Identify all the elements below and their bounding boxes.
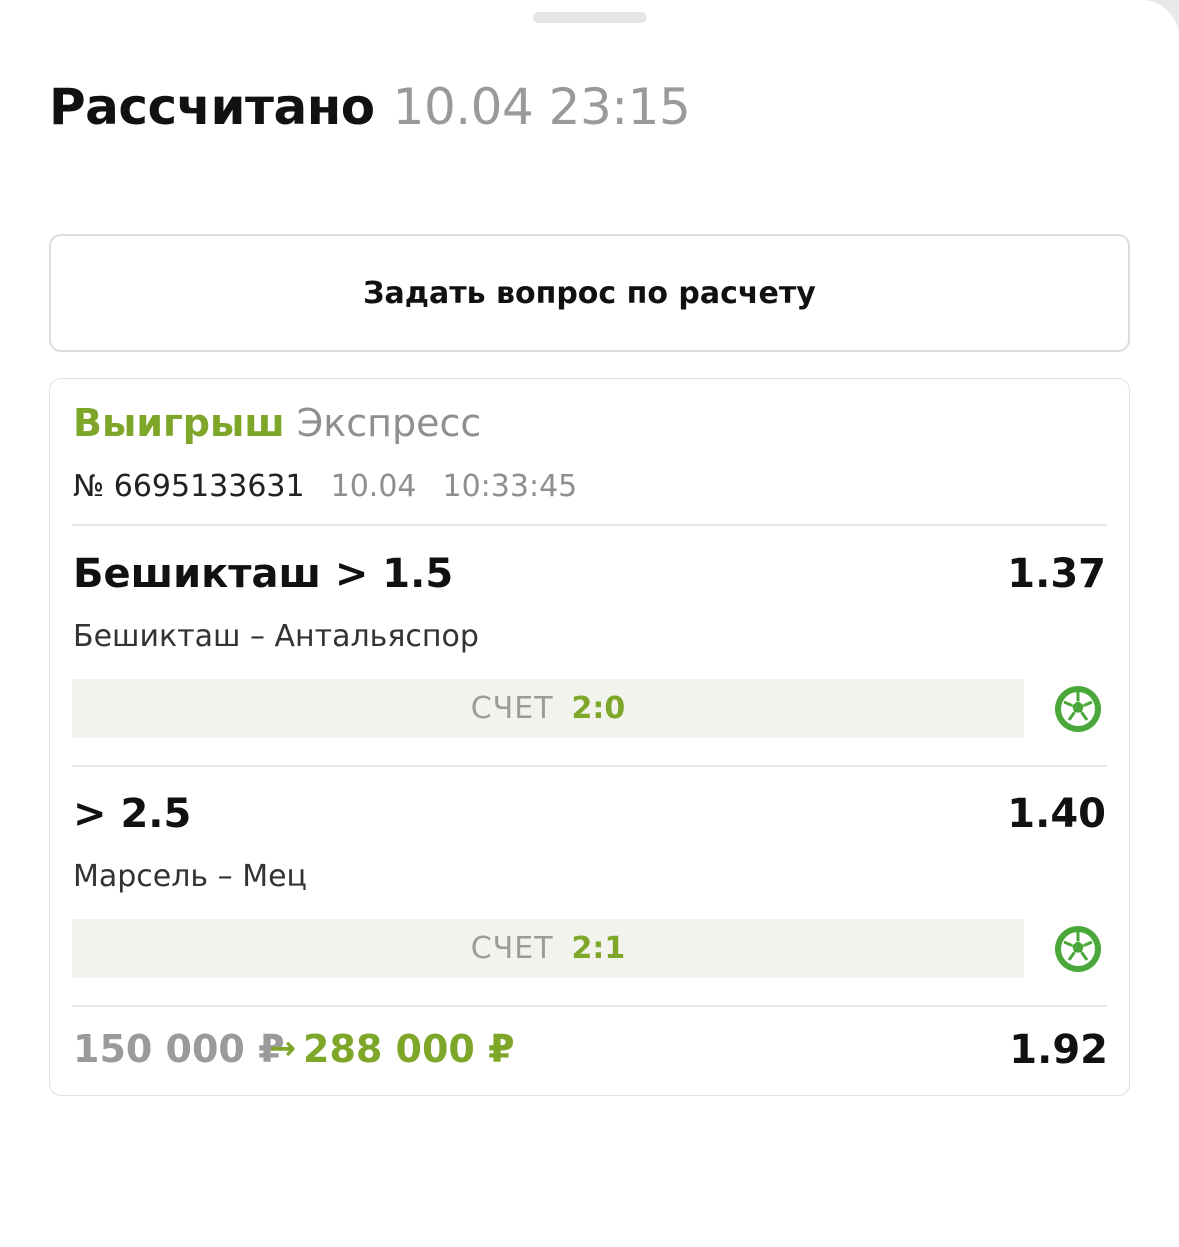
- bet-event-2[interactable]: > 2.5 1.40 Марсель – Мец СЧЕТ 2:1: [50, 791, 1129, 1011]
- event-score-bar: СЧЕТ 2:1: [72, 919, 1024, 978]
- bet-result-line: Выигрыш Экспресс: [73, 401, 481, 445]
- bet-date: 10.04: [330, 469, 417, 504]
- sheet-grabber-handle[interactable]: [533, 12, 647, 23]
- settlement-status: Рассчитано: [49, 78, 375, 136]
- bet-time: 10:33:45: [442, 469, 578, 504]
- total-odd: 1.92: [1009, 1027, 1108, 1073]
- soccer-ball-icon: [1055, 926, 1101, 972]
- divider: [72, 765, 1107, 767]
- score-value: 2:1: [571, 931, 626, 966]
- event-pick: > 2.5: [73, 791, 192, 837]
- page-title: Рассчитано 10.04 23:15: [49, 78, 691, 148]
- soccer-ball-icon: [1055, 686, 1101, 732]
- arrow-right-icon: →: [269, 1029, 296, 1067]
- bet-number: № 6695133631: [73, 469, 305, 504]
- ask-question-button[interactable]: Задать вопрос по расчету: [49, 234, 1130, 352]
- divider: [72, 524, 1107, 526]
- settlement-datetime: 10.04 23:15: [392, 78, 691, 136]
- event-odd: 1.37: [1007, 551, 1106, 597]
- event-score-bar: СЧЕТ 2:0: [72, 679, 1024, 738]
- score-label: СЧЕТ: [470, 931, 554, 966]
- bet-meta: № 6695133631 10.04 10:33:45: [73, 469, 577, 504]
- bet-total: 150 000 ₽ → 288 000 ₽ 1.92: [73, 1027, 1108, 1077]
- event-match: Бешикташ – Антальяспор: [73, 619, 479, 654]
- payout-amount: 288 000 ₽: [303, 1027, 515, 1071]
- bet-card: Выигрыш Экспресс № 6695133631 10.04 10:33…: [49, 378, 1130, 1096]
- event-match: Марсель – Мец: [73, 859, 307, 894]
- bet-result-status: Выигрыш: [73, 401, 285, 445]
- divider: [72, 1005, 1107, 1007]
- score-label: СЧЕТ: [470, 691, 554, 726]
- stake-amount: 150 000 ₽: [73, 1027, 285, 1071]
- event-pick: Бешикташ > 1.5: [73, 551, 454, 597]
- bet-details-sheet: Рассчитано 10.04 23:15 Задать вопрос по …: [0, 0, 1179, 1247]
- bet-type: Экспресс: [296, 401, 482, 445]
- score-value: 2:0: [571, 691, 626, 726]
- bet-event-1[interactable]: Бешикташ > 1.5 1.37 Бешикташ – Антальясп…: [50, 551, 1129, 771]
- event-odd: 1.40: [1007, 791, 1106, 837]
